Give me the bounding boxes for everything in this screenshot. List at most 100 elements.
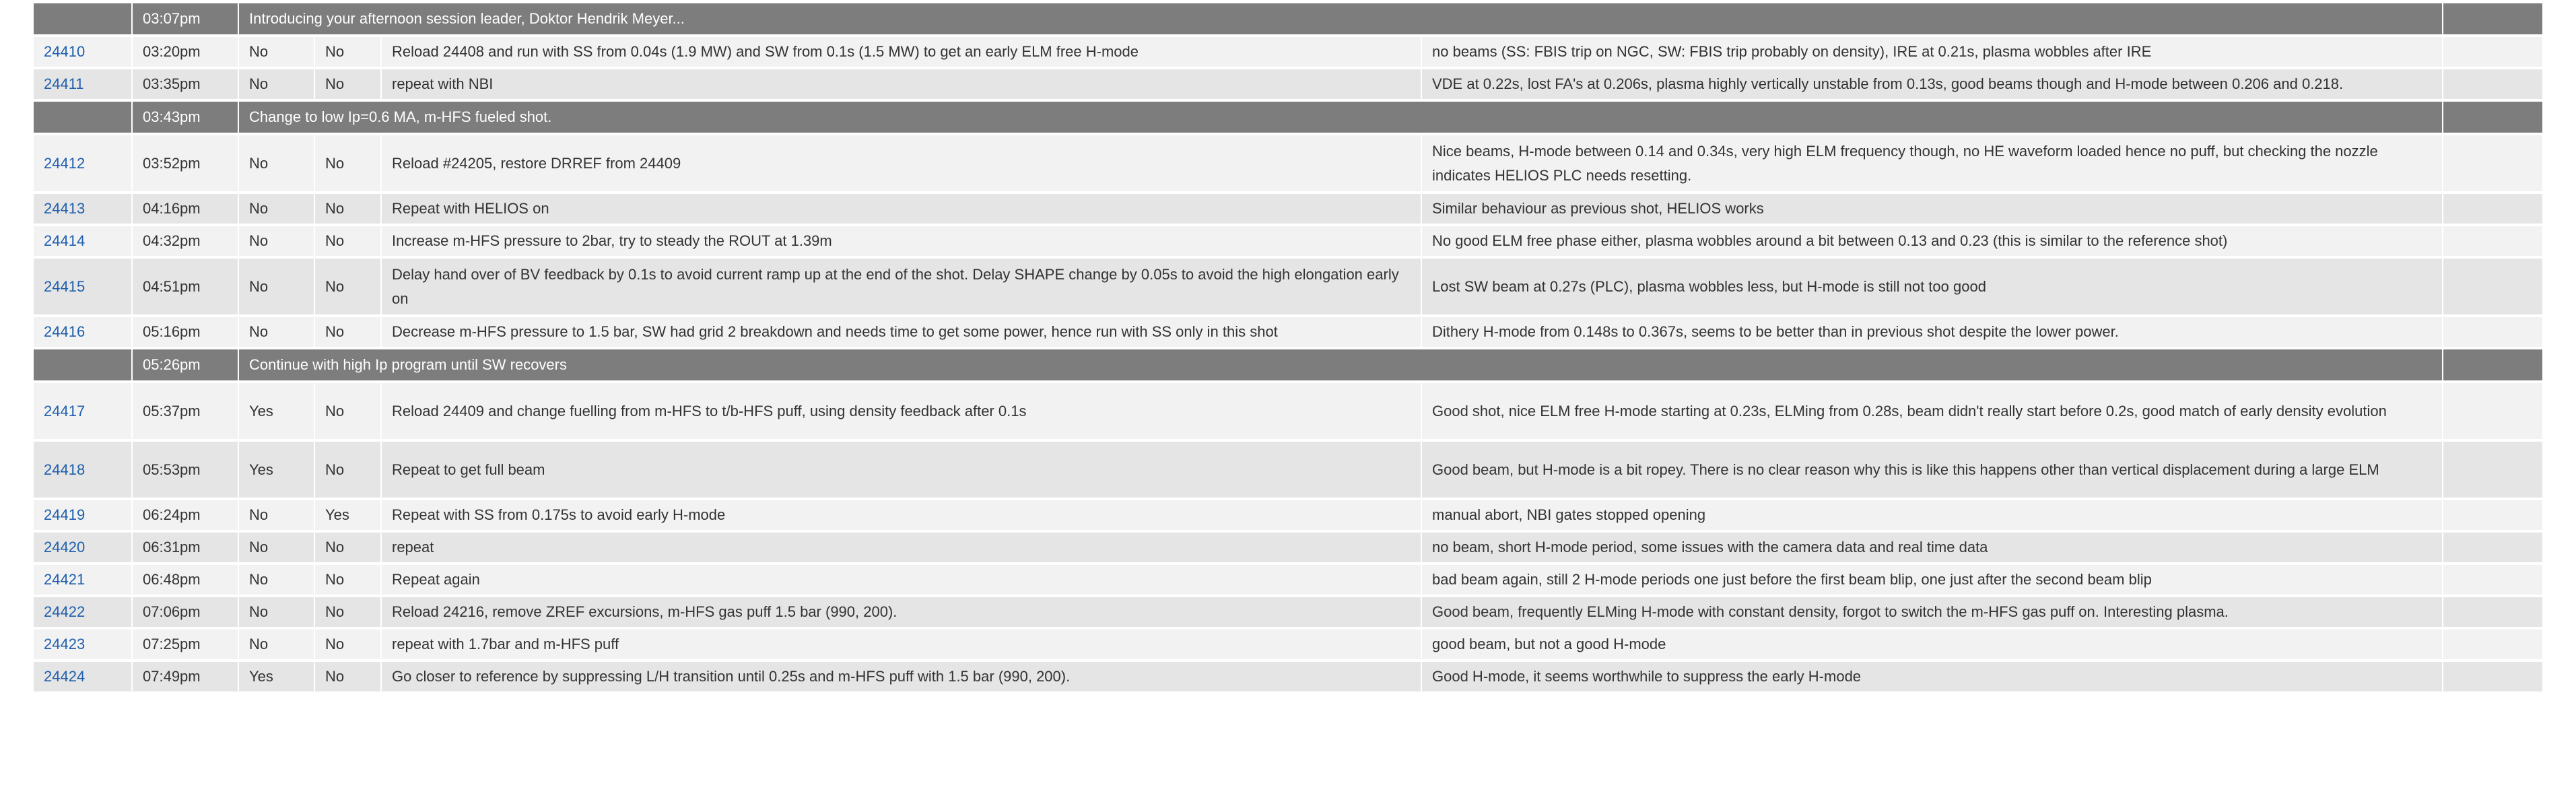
shot-flag-1: No (239, 630, 315, 662)
shot-extra-cell (2443, 69, 2543, 102)
shot-flag-2: Yes (315, 500, 382, 533)
shot-description: Decrease m-HFS pressure to 1.5 bar, SW h… (382, 317, 1422, 349)
shot-result: Similar behaviour as previous shot, HELI… (1422, 194, 2444, 226)
shot-flag-1: No (239, 597, 315, 630)
shot-time: 04:16pm (133, 194, 239, 226)
shot-description: Reload 24216, remove ZREF excursions, m-… (382, 597, 1422, 630)
shot-link[interactable]: 24416 (44, 323, 85, 340)
shot-row: 24417 05:37pm Yes No Reload 24409 and ch… (34, 383, 2543, 442)
section-time: 05:26pm (133, 349, 239, 383)
shot-link[interactable]: 24424 (44, 668, 85, 685)
shot-description: Repeat with HELIOS on (382, 194, 1422, 226)
shot-description: Repeat to get full beam (382, 442, 1422, 500)
shot-time: 03:52pm (133, 135, 239, 194)
shot-row: 24422 07:06pm No No Reload 24216, remove… (34, 597, 2543, 630)
shot-extra-cell (2443, 533, 2543, 565)
shot-number-cell: 24417 (34, 383, 133, 442)
shot-time: 03:20pm (133, 37, 239, 69)
shot-extra-cell (2443, 662, 2543, 694)
shot-row: 24419 06:24pm No Yes Repeat with SS from… (34, 500, 2543, 533)
shot-flag-2: No (315, 630, 382, 662)
shot-number-cell: 24410 (34, 37, 133, 69)
shot-link[interactable]: 24421 (44, 571, 85, 588)
shot-description: repeat (382, 533, 1422, 565)
shot-result: Good H-mode, it seems worthwhile to supp… (1422, 662, 2444, 694)
shot-time: 05:16pm (133, 317, 239, 349)
shot-time: 06:24pm (133, 500, 239, 533)
shot-description: Repeat again (382, 565, 1422, 597)
shot-row: 24415 04:51pm No No Delay hand over of B… (34, 259, 2543, 317)
shot-row: 24416 05:16pm No No Decrease m-HFS press… (34, 317, 2543, 349)
shot-time: 07:49pm (133, 662, 239, 694)
shot-link[interactable]: 24423 (44, 636, 85, 652)
shot-time: 05:53pm (133, 442, 239, 500)
shot-extra-cell (2443, 317, 2543, 349)
section-title: Introducing your afternoon session leade… (239, 3, 2444, 37)
shot-link[interactable]: 24413 (44, 200, 85, 217)
shot-flag-2: No (315, 194, 382, 226)
shot-flag-2: No (315, 69, 382, 102)
shot-time: 03:35pm (133, 69, 239, 102)
shot-number-cell: 24413 (34, 194, 133, 226)
shot-link[interactable]: 24412 (44, 155, 85, 172)
shot-flag-1: Yes (239, 442, 315, 500)
shot-row: 24421 06:48pm No No Repeat again bad bea… (34, 565, 2543, 597)
shot-extra-cell (2443, 226, 2543, 259)
section-shot-cell (34, 349, 133, 383)
shot-description: repeat with NBI (382, 69, 1422, 102)
shot-flag-1: No (239, 37, 315, 69)
shot-extra-cell (2443, 383, 2543, 442)
shot-flag-2: No (315, 226, 382, 259)
shot-result: no beam, short H-mode period, some issue… (1422, 533, 2444, 565)
shot-number-cell: 24421 (34, 565, 133, 597)
shot-row: 24412 03:52pm No No Reload #24205, resto… (34, 135, 2543, 194)
shot-result: manual abort, NBI gates stopped opening (1422, 500, 2444, 533)
shot-link[interactable]: 24417 (44, 403, 85, 419)
shot-extra-cell (2443, 194, 2543, 226)
shot-description: Repeat with SS from 0.175s to avoid earl… (382, 500, 1422, 533)
shot-link[interactable]: 24410 (44, 43, 85, 60)
shot-row: 24423 07:25pm No No repeat with 1.7bar a… (34, 630, 2543, 662)
shot-number-cell: 24418 (34, 442, 133, 500)
shot-link[interactable]: 24411 (44, 75, 84, 92)
shot-result: no beams (SS: FBIS trip on NGC, SW: FBIS… (1422, 37, 2444, 69)
shot-time: 06:31pm (133, 533, 239, 565)
shot-flag-1: No (239, 226, 315, 259)
section-shot-cell (34, 102, 133, 135)
section-shot-cell (34, 3, 133, 37)
shot-result: good beam, but not a good H-mode (1422, 630, 2444, 662)
shot-description: Go closer to reference by suppressing L/… (382, 662, 1422, 694)
shot-time: 06:48pm (133, 565, 239, 597)
section-extra-cell (2443, 102, 2543, 135)
shot-link[interactable]: 24419 (44, 506, 85, 523)
shot-flag-2: No (315, 533, 382, 565)
shot-link[interactable]: 24415 (44, 278, 85, 295)
shot-row: 24420 06:31pm No No repeat no beam, shor… (34, 533, 2543, 565)
shot-time: 07:25pm (133, 630, 239, 662)
shot-flag-1: No (239, 135, 315, 194)
shot-time: 04:32pm (133, 226, 239, 259)
shot-number-cell: 24416 (34, 317, 133, 349)
section-row: 05:26pm Continue with high Ip program un… (34, 349, 2543, 383)
shot-result: Nice beams, H-mode between 0.14 and 0.34… (1422, 135, 2444, 194)
section-row: 03:43pm Change to low Ip=0.6 MA, m-HFS f… (34, 102, 2543, 135)
shot-link[interactable]: 24418 (44, 461, 85, 478)
shot-flag-2: No (315, 597, 382, 630)
shot-flag-1: No (239, 317, 315, 349)
section-time: 03:07pm (133, 3, 239, 37)
section-row: 03:07pm Introducing your afternoon sessi… (34, 3, 2543, 37)
shot-link[interactable]: 24414 (44, 232, 85, 249)
shot-description: repeat with 1.7bar and m-HFS puff (382, 630, 1422, 662)
shot-flag-2: No (315, 383, 382, 442)
shot-row: 24418 05:53pm Yes No Repeat to get full … (34, 442, 2543, 500)
shot-description: Delay hand over of BV feedback by 0.1s t… (382, 259, 1422, 317)
shot-link[interactable]: 24422 (44, 603, 85, 620)
section-time: 03:43pm (133, 102, 239, 135)
shot-number-cell: 24419 (34, 500, 133, 533)
shot-log: 03:07pm Introducing your afternoon sessi… (34, 3, 2543, 694)
shot-description: Reload #24205, restore DRREF from 24409 (382, 135, 1422, 194)
shot-flag-1: No (239, 565, 315, 597)
shot-flag-2: No (315, 37, 382, 69)
shot-description: Reload 24409 and change fuelling from m-… (382, 383, 1422, 442)
shot-link[interactable]: 24420 (44, 539, 85, 555)
